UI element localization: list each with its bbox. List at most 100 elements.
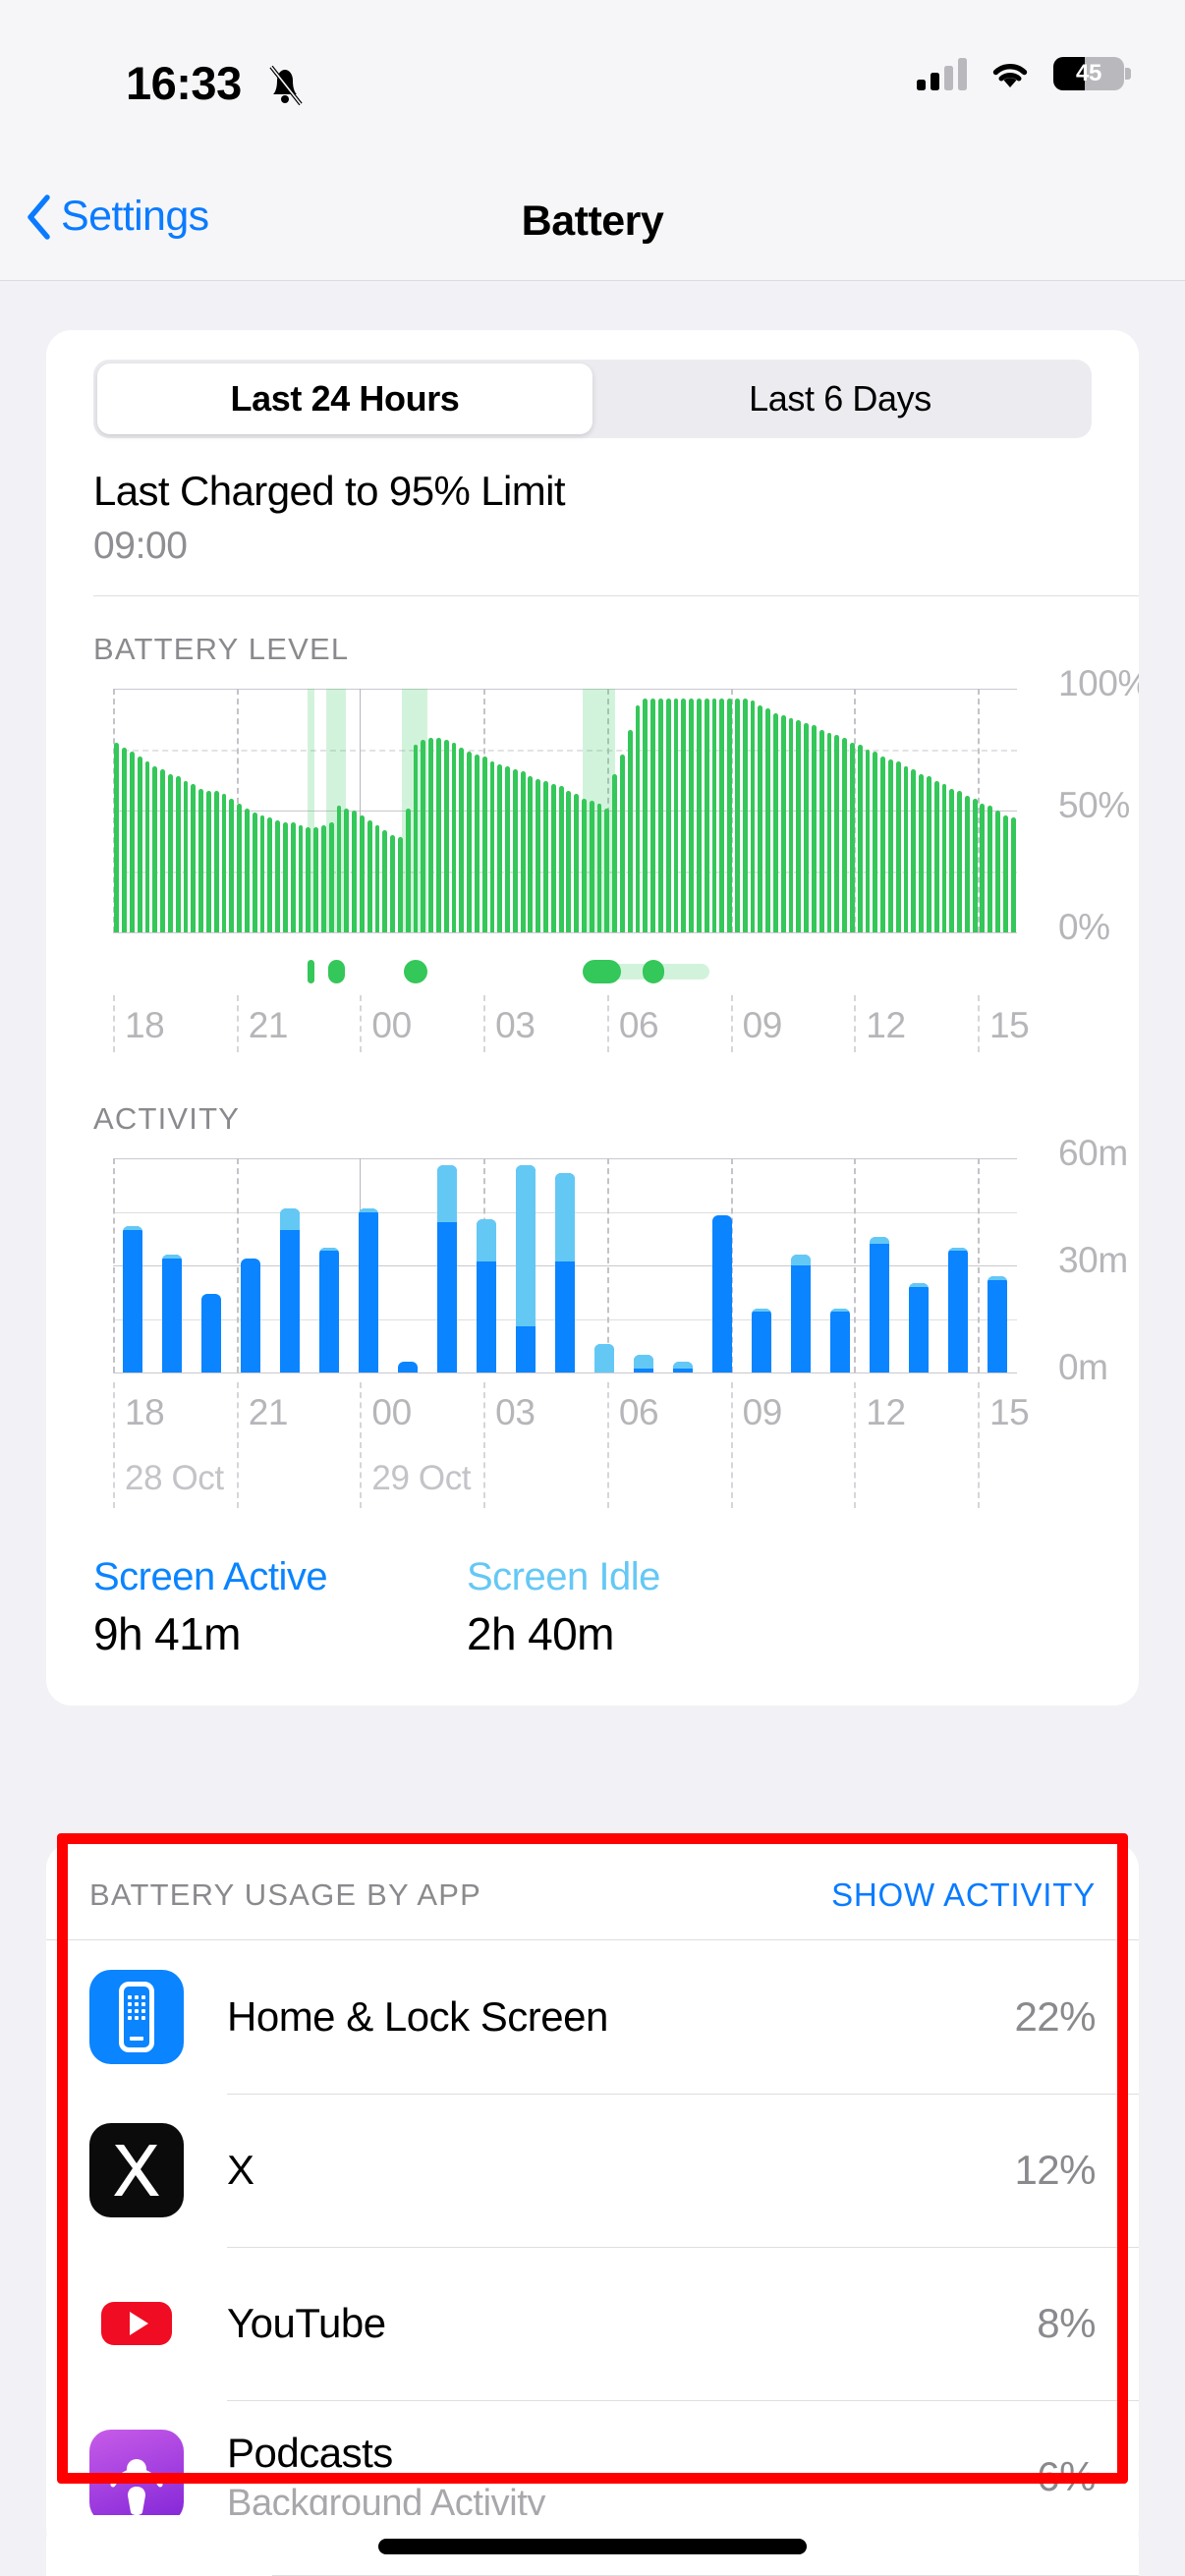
- battery-level-bar: [681, 698, 687, 932]
- activity-bar: [200, 1294, 222, 1372]
- x-axis-tick: [606, 995, 609, 1052]
- activity-x-axis-label: 09: [742, 1392, 783, 1432]
- battery-usage-by-app-card: BATTERY USAGE BY APP SHOW ACTIVITY Home …: [46, 1843, 1139, 2553]
- battery-y-axis-label: 100%: [1058, 663, 1139, 703]
- screen-idle-segment: [633, 1354, 654, 1370]
- activity-chart: 60m 30m 0m 18 21 00 03 06 09 12 15 28 Oct 29 Oct: [46, 1133, 1139, 1520]
- cellular-signal-icon: [917, 57, 967, 90]
- battery-level-bar: [911, 768, 917, 932]
- battery-level-bar: [895, 761, 901, 932]
- screen-idle-segment: [161, 1255, 183, 1259]
- x-axis-tick: [360, 1382, 363, 1508]
- battery-level-bar: [811, 725, 817, 932]
- activity-y-axis-label: 30m: [1058, 1240, 1128, 1280]
- wifi-icon: [992, 63, 1028, 87]
- time-range-segmented-control[interactable]: Last 24 Hours Last 6 Days: [93, 360, 1092, 438]
- screen-idle-segment: [476, 1218, 497, 1262]
- battery-level-bar: [964, 796, 970, 932]
- tab-last-24-hours[interactable]: Last 24 Hours: [97, 364, 592, 434]
- battery-level-bar: [995, 811, 1000, 932]
- screen-idle-segment: [593, 1343, 615, 1372]
- battery-x-axis-label: 00: [371, 1005, 412, 1045]
- show-activity-button[interactable]: SHOW ACTIVITY: [831, 1876, 1096, 1914]
- battery-level-bar: [443, 740, 449, 932]
- battery-level-bar: [558, 786, 564, 932]
- battery-level-bar: [765, 707, 771, 932]
- battery-x-axis-label: 18: [125, 1005, 165, 1045]
- battery-level-bar: [926, 776, 931, 932]
- battery-x-axis-label: 03: [495, 1005, 536, 1045]
- activity-bar: [397, 1362, 419, 1372]
- podcasts-icon: [89, 2430, 184, 2524]
- x-axis-tick: [854, 1382, 857, 1508]
- battery-usage-header: BATTERY USAGE BY APP SHOW ACTIVITY: [46, 1843, 1139, 1939]
- battery-level-bar: [1010, 817, 1016, 932]
- screen-idle-segment: [987, 1275, 1008, 1280]
- activity-bar: [908, 1283, 930, 1372]
- battery-level-bar: [665, 698, 671, 932]
- battery-level-bar: [336, 806, 342, 932]
- battery-level-bar: [451, 742, 457, 932]
- battery-usage-by-app-label: BATTERY USAGE BY APP: [89, 1877, 482, 1912]
- gridline-horizontal: [113, 1158, 1017, 1159]
- battery-level-bar: [780, 715, 786, 932]
- battery-level-bar: [627, 730, 633, 932]
- battery-level-bar: [719, 698, 725, 932]
- activity-bar: [476, 1218, 497, 1372]
- battery-status-icon: 45: [1053, 57, 1131, 90]
- iphone-battery-settings-screen: 16:33 45 Settings Battery Last 24 Hours …: [0, 0, 1185, 2576]
- app-usage-text: Podcasts Background Activity: [227, 2430, 1037, 2525]
- battery-level-bar: [405, 808, 411, 932]
- battery-level-bar: [857, 745, 863, 932]
- battery-level-bar: [221, 793, 227, 932]
- screen-idle-segment: [672, 1362, 694, 1370]
- battery-level-bar: [727, 698, 733, 932]
- battery-level-plot-area: [113, 689, 1017, 933]
- battery-level-bar: [237, 803, 243, 932]
- battery-level-bar: [267, 817, 273, 932]
- battery-y-axis-label: 0%: [1058, 907, 1110, 947]
- battery-level-bar: [144, 761, 150, 932]
- activity-x-axis-label: 03: [495, 1392, 536, 1432]
- screen-idle-segment: [869, 1236, 890, 1245]
- battery-level-bar: [421, 740, 426, 932]
- x-axis-tick: [978, 995, 980, 1052]
- app-battery-percent: 8%: [1037, 2300, 1096, 2346]
- screen-idle-segment: [829, 1308, 851, 1313]
- battery-level-bar: [137, 756, 142, 932]
- app-battery-percent: 22%: [1014, 1993, 1096, 2040]
- battery-level-bar: [988, 806, 993, 932]
- battery-level-bar: [796, 720, 802, 932]
- battery-level-bar: [826, 732, 832, 932]
- tab-last-6-days[interactable]: Last 6 Days: [592, 364, 1088, 434]
- activity-bar: [436, 1165, 458, 1372]
- battery-level-chart: 100% 50% 0% 18 21 00 03 06 09 12 15: [46, 663, 1139, 1066]
- battery-level-chart-title: BATTERY LEVEL: [93, 632, 350, 666]
- battery-level-bar: [758, 705, 763, 932]
- battery-level-bar: [183, 781, 189, 932]
- app-usage-row[interactable]: X 12%: [46, 2094, 1139, 2247]
- battery-level-bar: [382, 829, 388, 932]
- app-usage-row[interactable]: Home & Lock Screen 22%: [46, 1940, 1139, 2094]
- app-usage-row[interactable]: YouTube 8%: [46, 2247, 1139, 2400]
- battery-level-bar: [865, 750, 871, 932]
- activity-day-label: 28 Oct: [125, 1459, 224, 1497]
- battery-level-bar: [528, 776, 534, 932]
- screen-idle-segment: [318, 1247, 340, 1252]
- battery-x-axis-label: 06: [618, 1005, 659, 1045]
- battery-level-bar: [1002, 814, 1008, 932]
- battery-level-bar: [352, 811, 357, 932]
- battery-level-bar: [980, 803, 986, 932]
- battery-level-bar: [849, 742, 855, 932]
- activity-bar: [829, 1308, 851, 1372]
- x-axis-tick: [730, 1382, 733, 1508]
- battery-level-bar: [259, 814, 265, 932]
- screen-idle-segment: [515, 1165, 536, 1326]
- activity-y-axis-label: 0m: [1058, 1347, 1108, 1387]
- battery-level-bar: [788, 717, 794, 932]
- battery-level-bar: [650, 698, 656, 932]
- battery-level-bar: [245, 808, 250, 932]
- battery-level-bar: [290, 822, 296, 932]
- battery-level-bar: [620, 754, 625, 932]
- screen-time-legend: Screen Active 9h 41m Screen Idle 2h 40m: [93, 1555, 1139, 1660]
